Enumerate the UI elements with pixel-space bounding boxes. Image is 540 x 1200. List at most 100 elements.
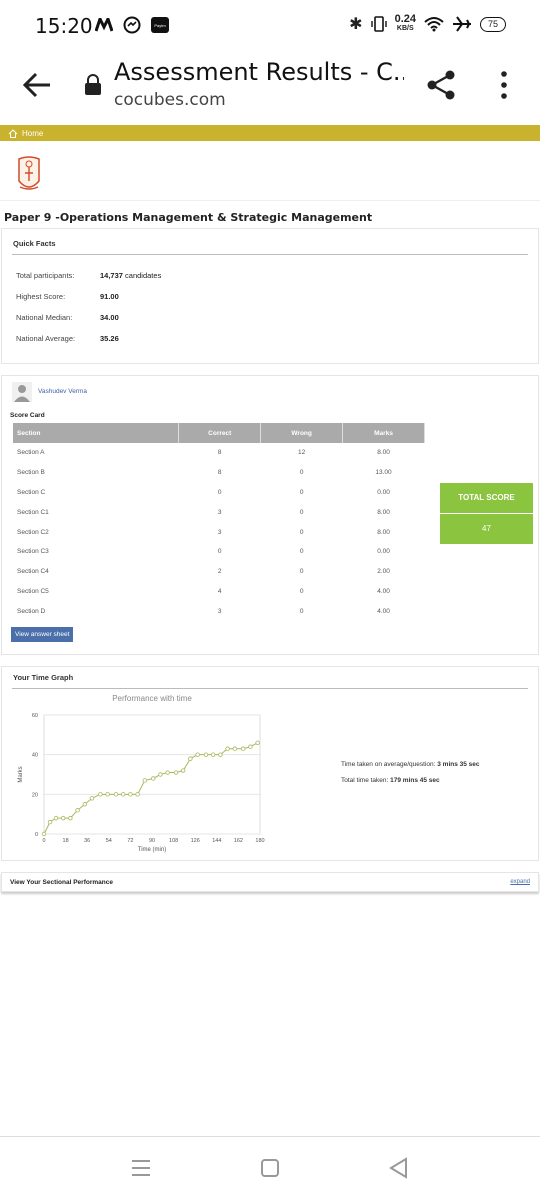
x-tick-label: 144 [212,838,221,844]
cell-correct: 2 [217,568,222,576]
paper-title: Paper 9 -Operations Management & Strateg… [4,211,373,224]
cell-wrong: 0 [299,568,304,576]
table-row: Section C2 3 0 8.00 [13,522,425,542]
table-row: Section D 3 0 4.00 [13,601,425,621]
page-title[interactable]: Assessment Results - C... [114,58,404,86]
y-tick-label: 40 [32,753,38,759]
system-icons: ✱ 0.24 KB/S 75 [349,14,506,34]
network-speed-value: 0.24 [394,13,416,25]
fact-label: National Median: [16,313,73,322]
x-tick-label: 108 [169,838,178,844]
paytm-label: Paytm [154,22,166,28]
cell-wrong: 0 [299,488,304,496]
cell-correct: 0 [217,548,222,556]
time-graph-heading: Your Time Graph [12,667,528,689]
score-card: Vashudev Verma Score Card Section Correc… [1,375,539,655]
table-row: Section B 8 0 13.00 [13,463,425,483]
data-point [82,802,87,807]
share-icon[interactable] [424,68,458,102]
cell-marks: 4.00 [377,587,390,595]
cell-marks: 13.00 [375,469,392,477]
x-tick-label: 162 [234,838,243,844]
scorecard-label: Score Card [10,412,45,419]
score-table-header: Section Correct Wrong Marks [13,423,425,443]
data-point [173,770,179,775]
data-point [53,815,59,821]
table-row: Section C1 3 0 8.00 [13,502,425,522]
page-url[interactable]: cocubes.com [114,90,226,110]
cell-correct: 4 [217,587,222,595]
cell-section: Section C2 [17,528,49,536]
view-answer-sheet-button[interactable]: View answer sheet [11,627,74,643]
cell-wrong: 0 [299,548,304,556]
column-header: Section [13,423,180,443]
data-point [203,752,209,757]
cell-correct: 0 [217,488,222,496]
system-nav-bar [0,1136,540,1200]
user-row: Vashudev Verma [2,376,538,406]
total-time-value: 179 mins 45 sec [390,777,440,784]
table-row: Section C 0 0 0.00 [13,483,425,503]
speedometer-icon [123,16,141,34]
sectional-heading: View Your Sectional Performance [10,879,113,886]
cell-wrong: 0 [299,528,304,536]
column-header: Wrong [260,423,344,443]
cell-correct: 8 [217,469,222,477]
avg-time-label: Time taken on average/question: [341,761,436,768]
fact-row: Highest Score: 91.00 [16,286,538,307]
cell-wrong: 0 [299,469,304,477]
chart-title: Performance with time [112,694,192,703]
cell-section: Section C1 [17,508,49,516]
user-name[interactable]: Vashudev Verma [38,388,87,395]
status-time: 15:20 [35,14,93,38]
browser-toolbar: Assessment Results - C... cocubes.com [0,50,540,120]
cell-section: Section C4 [17,568,49,576]
x-tick-label: 36 [84,838,90,844]
back-arrow-icon[interactable] [20,68,54,102]
total-score-label: TOTAL SCORE [440,483,533,513]
logo-row [0,141,540,201]
table-row: Section C5 4 0 4.00 [13,582,425,602]
data-point [135,792,140,797]
bluetooth-icon: ✱ [349,16,363,33]
total-time-label: Total time taken: [341,777,389,784]
network-speed: 0.24 KB/S [394,13,416,33]
data-point [218,752,223,757]
y-tick-label: 20 [32,792,38,798]
network-speed-unit: KB/S [396,25,414,32]
data-point [47,819,53,825]
cell-wrong: 12 [298,449,306,457]
home-nav-icon[interactable] [260,1158,280,1178]
data-point [98,792,103,797]
lock-icon [85,74,101,95]
x-tick-label: 18 [63,838,69,844]
institute-logo [18,156,40,190]
more-menu-icon[interactable] [494,68,514,102]
paytm-icon: Paytm [151,17,169,33]
battery-level: 75 [487,18,498,29]
data-point [150,776,156,781]
data-point [165,770,170,775]
battery-icon: 75 [480,16,506,32]
wifi-icon [424,17,444,32]
data-point [61,815,66,821]
expand-link[interactable]: expand [510,879,530,885]
cell-section: Section C [17,488,46,496]
fact-label: Total participants: [16,271,75,280]
data-point [210,752,216,757]
back-nav-icon[interactable] [388,1157,408,1179]
home-icon[interactable] [8,128,18,138]
fact-label: Highest Score: [16,292,66,301]
cell-marks: 8.00 [377,449,390,457]
home-link[interactable]: Home [22,129,43,138]
fact-value-suffix: candidates [122,271,162,280]
x-axis-label: Time (min) [138,847,166,853]
recent-apps-icon[interactable] [130,1159,152,1177]
series-line [43,742,258,835]
sectional-performance-card: View Your Sectional Performance expand [1,872,539,892]
fact-value-number: 91.00 [100,292,119,301]
score-table: Section Correct Wrong Marks Section A 8 12… [13,423,425,621]
page-content: Home Paper 9 -Operations Management & St… [0,125,540,892]
fact-label: National Average: [16,334,76,343]
data-point [113,792,119,797]
